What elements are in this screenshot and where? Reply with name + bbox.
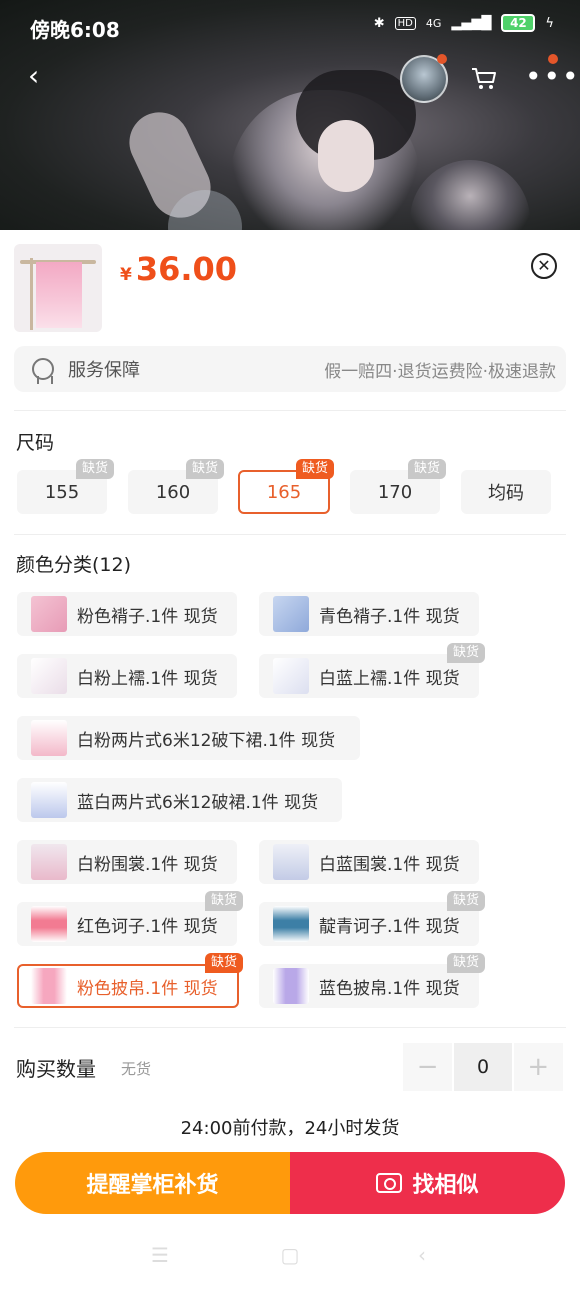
size-title: 尺码 xyxy=(16,432,55,454)
color-label: 白蓝上襦.1件 现货 xyxy=(319,668,460,689)
divider xyxy=(14,1027,566,1028)
remind-label: 提醒掌柜补货 xyxy=(86,1173,219,1198)
color-swatch xyxy=(31,720,67,756)
currency-symbol: ¥ xyxy=(120,265,132,285)
color-label: 白粉两片式6米12破下裙.1件 现货 xyxy=(77,730,336,751)
quantity-stepper: − 0 + xyxy=(403,1043,563,1091)
badge-icon xyxy=(32,358,54,384)
sku-sheet: ¥ 36.00 ✕ 服务保障 假一赔四·退货运费险·极速退款 尺码 155 缺货… xyxy=(0,230,580,1289)
out-of-stock-tag: 缺货 xyxy=(205,891,244,911)
color-swatch xyxy=(273,906,309,942)
color-option[interactable]: 白粉围裳.1件 现货 xyxy=(17,840,237,884)
more-notification-dot xyxy=(548,54,558,64)
chevron-left-icon[interactable]: ‹ xyxy=(28,62,39,90)
home-icon[interactable]: ▢ xyxy=(270,1230,310,1280)
out-of-stock-tag: 缺货 xyxy=(76,459,115,479)
out-of-stock-tag: 缺货 xyxy=(408,459,447,479)
size-label: 均码 xyxy=(488,483,524,504)
color-option[interactable]: 粉色褙子.1件 现货 xyxy=(17,592,237,636)
color-swatch xyxy=(31,968,67,1004)
size-label: 165 xyxy=(266,481,302,503)
status-time: 傍晚6:08 xyxy=(30,18,120,42)
color-label: 白粉围裳.1件 现货 xyxy=(77,854,218,875)
price: ¥ 36.00 xyxy=(120,250,237,288)
color-option[interactable]: 蓝白两片式6米12破裙.1件 现货 xyxy=(17,778,342,822)
top-nav: ‹ ••• xyxy=(0,52,580,103)
cart-icon[interactable] xyxy=(470,64,498,92)
color-label: 白粉上襦.1件 现货 xyxy=(77,668,218,689)
charging-icon: ϟ xyxy=(545,15,554,31)
color-label: 青色褙子.1件 现货 xyxy=(319,606,460,627)
color-label: 靛青诃子.1件 现货 xyxy=(319,916,460,937)
stock-status: 无货 xyxy=(121,1060,152,1078)
service-label: 服务保障 xyxy=(68,360,140,381)
color-swatch xyxy=(31,844,67,880)
out-of-stock-tag: 缺货 xyxy=(186,459,225,479)
battery-icon: 42 xyxy=(501,14,536,32)
color-option[interactable]: 青色褙子.1件 现货 xyxy=(259,592,479,636)
color-option[interactable]: 白蓝围裳.1件 现货 xyxy=(259,840,479,884)
color-label: 粉色披帛.1件 现货 xyxy=(77,978,218,999)
color-swatch xyxy=(273,596,309,632)
color-swatch xyxy=(31,658,67,694)
out-of-stock-tag: 缺货 xyxy=(296,459,335,479)
color-swatch xyxy=(31,782,67,818)
price-value: 36.00 xyxy=(135,250,238,288)
color-option[interactable]: 白粉两片式6米12破下裙.1件 现货 xyxy=(17,716,360,760)
find-similar-button[interactable]: 找相似 xyxy=(290,1152,565,1214)
out-of-stock-tag: 缺货 xyxy=(447,953,486,973)
color-option[interactable]: 白蓝上襦.1件 现货 xyxy=(259,654,479,698)
color-title: 颜色分类(12) xyxy=(16,554,132,576)
network-label: 4G xyxy=(425,16,442,30)
minus-button[interactable]: − xyxy=(403,1043,453,1091)
size-label: 160 xyxy=(155,481,191,503)
quantity-value[interactable]: 0 xyxy=(454,1043,512,1091)
color-label: 蓝色披帛.1件 现货 xyxy=(319,978,460,999)
color-label: 白蓝围裳.1件 现货 xyxy=(319,854,460,875)
divider xyxy=(14,410,566,411)
out-of-stock-tag: 缺货 xyxy=(205,953,244,973)
menu-icon[interactable]: ☰ xyxy=(140,1230,180,1280)
color-option[interactable]: 蓝色披帛.1件 现货 xyxy=(259,964,479,1008)
out-of-stock-tag: 缺货 xyxy=(447,891,486,911)
color-option[interactable]: 靛青诃子.1件 现货 xyxy=(259,902,479,946)
color-option[interactable]: 红色诃子.1件 现货 xyxy=(17,902,237,946)
similar-label: 找相似 xyxy=(412,1173,479,1198)
color-label: 蓝白两片式6米12破裙.1件 现货 xyxy=(77,792,319,813)
color-option[interactable]: 白粉上襦.1件 现货 xyxy=(17,654,237,698)
size-option-free[interactable]: 均码 xyxy=(461,470,551,514)
product-thumbnail[interactable] xyxy=(14,244,102,332)
status-bar: 傍晚6:08 ✱ HD 4G ▂▄▆█ 42 ϟ xyxy=(0,0,580,56)
color-swatch xyxy=(273,844,309,880)
plus-button[interactable]: + xyxy=(513,1043,563,1091)
color-label: 红色诃子.1件 现货 xyxy=(77,916,218,937)
status-icons: ✱ HD 4G ▂▄▆█ 42 ϟ xyxy=(374,14,554,32)
divider xyxy=(14,534,566,535)
size-label: 155 xyxy=(44,481,80,503)
shipping-note: 24:00前付款，24小时发货 xyxy=(180,1118,400,1139)
hd-icon: HD xyxy=(394,16,416,30)
color-swatch xyxy=(31,906,67,942)
color-swatch xyxy=(273,658,309,694)
quantity-label: 购买数量 xyxy=(16,1057,96,1081)
more-icon[interactable]: ••• xyxy=(525,60,580,93)
close-icon[interactable]: ✕ xyxy=(531,253,557,279)
service-desc: 假一赔四·退货运费险·极速退款 xyxy=(324,361,556,382)
remind-restock-button[interactable]: 提醒掌柜补货 xyxy=(15,1152,290,1214)
signal-icon: ▂▄▆█ xyxy=(451,15,492,31)
color-swatch xyxy=(273,968,309,1004)
back-icon[interactable]: ‹ xyxy=(402,1230,442,1280)
notification-dot xyxy=(437,54,447,64)
size-label: 170 xyxy=(377,481,413,503)
service-guarantee[interactable]: 服务保障 假一赔四·退货运费险·极速退款 xyxy=(14,346,566,392)
color-label: 粉色褙子.1件 现货 xyxy=(77,606,218,627)
color-swatch xyxy=(31,596,67,632)
out-of-stock-tag: 缺货 xyxy=(447,643,486,663)
bluetooth-icon: ✱ xyxy=(373,15,385,31)
camera-icon xyxy=(376,1173,403,1193)
